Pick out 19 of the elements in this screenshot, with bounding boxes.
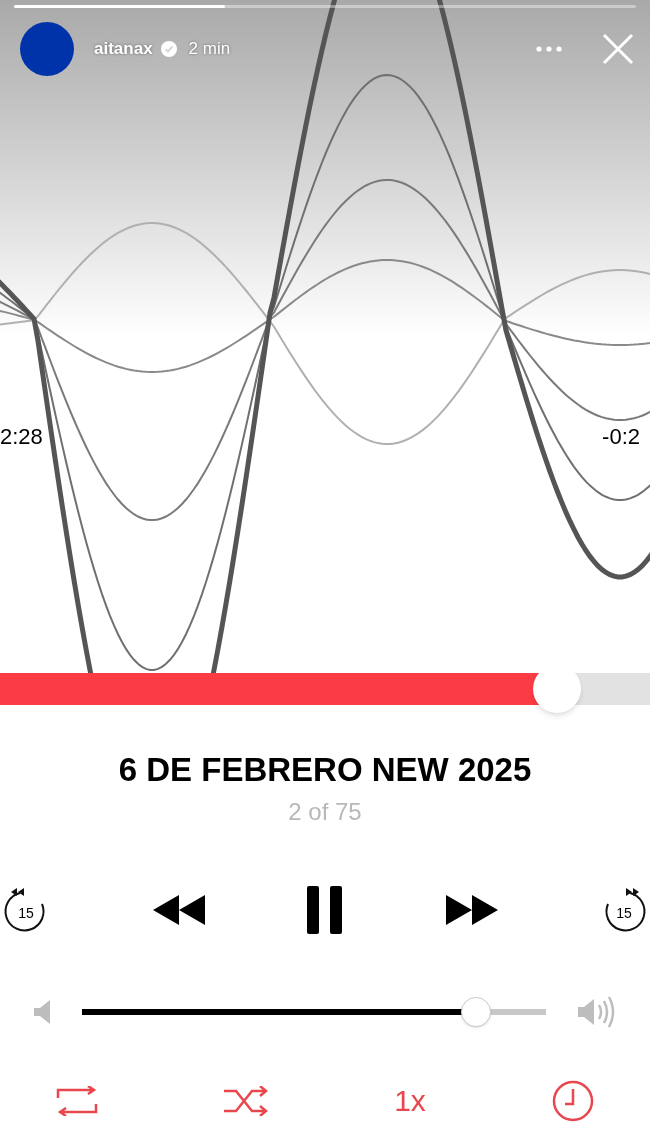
- skip-back-button[interactable]: 15: [2, 886, 50, 935]
- shuffle-icon[interactable]: [224, 1086, 269, 1117]
- remaining-time: -0:2: [602, 423, 640, 451]
- pause-icon[interactable]: [307, 886, 343, 935]
- more-icon[interactable]: [536, 46, 562, 52]
- repeat-icon[interactable]: [56, 1086, 98, 1117]
- track-position: 2 of 75: [288, 797, 362, 828]
- close-icon[interactable]: [602, 33, 634, 65]
- volume-thumb[interactable]: [461, 997, 492, 1028]
- volume-low-icon: [34, 1000, 50, 1025]
- elapsed-time: 2:28: [0, 423, 43, 451]
- playback-speed-button[interactable]: 1x: [394, 1086, 426, 1117]
- avatar[interactable]: [20, 22, 74, 76]
- track-title: 6 DE FEBRERO NEW 2025: [118, 750, 532, 790]
- clock-icon[interactable]: [551, 1080, 594, 1123]
- skip-forward-button[interactable]: 15: [600, 886, 648, 935]
- rewind-icon[interactable]: [152, 895, 205, 926]
- fast-forward-icon[interactable]: [445, 895, 498, 926]
- post-time: 2 min: [188, 38, 231, 61]
